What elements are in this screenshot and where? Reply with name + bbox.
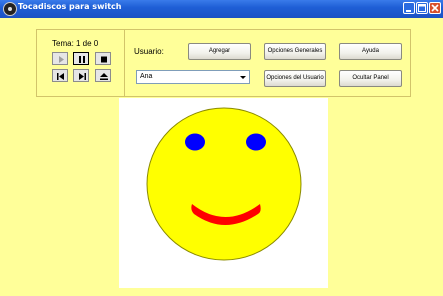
user-select[interactable]: Ana: [136, 70, 250, 84]
close-icon: [431, 4, 439, 12]
user-label: Usuario:: [134, 47, 164, 56]
user-select-value: Ana: [140, 73, 153, 80]
smiley-face-image: [146, 107, 302, 261]
title-bar: Tocadiscos para switch: [0, 0, 443, 18]
left-eye: [185, 133, 205, 151]
previous-icon: [57, 73, 64, 80]
maximize-icon: [418, 4, 426, 12]
minimize-icon: [406, 10, 411, 12]
play-button[interactable]: [52, 52, 68, 65]
window-title: Tocadiscos para switch: [18, 2, 122, 11]
previous-button[interactable]: [52, 69, 68, 82]
close-button[interactable]: [429, 2, 441, 14]
minimize-button[interactable]: [403, 2, 415, 14]
hide-panel-button[interactable]: Ocultar Panel: [339, 70, 402, 87]
chevron-down-icon: [240, 76, 246, 79]
maximize-button[interactable]: [416, 2, 428, 14]
track-counter: Tema: 1 de 0: [52, 39, 99, 48]
help-button[interactable]: Ayuda: [339, 43, 402, 60]
display-canvas: [119, 98, 328, 288]
eject-icon: [100, 73, 108, 80]
user-options-button[interactable]: Opciones del Usuario: [264, 70, 326, 87]
pause-button[interactable]: [73, 52, 89, 65]
next-button[interactable]: [73, 69, 89, 82]
play-icon: [59, 56, 64, 63]
add-button[interactable]: Agregar: [188, 43, 251, 60]
stop-button[interactable]: [95, 52, 111, 65]
pause-icon: [79, 56, 85, 63]
app-icon: [3, 2, 17, 16]
eject-button[interactable]: [95, 69, 111, 82]
stop-icon: [101, 56, 107, 63]
general-options-button[interactable]: Opciones Generales: [264, 43, 326, 60]
next-icon: [79, 73, 86, 80]
right-eye: [246, 133, 266, 151]
face: [146, 107, 302, 261]
panel-divider: [124, 29, 125, 97]
